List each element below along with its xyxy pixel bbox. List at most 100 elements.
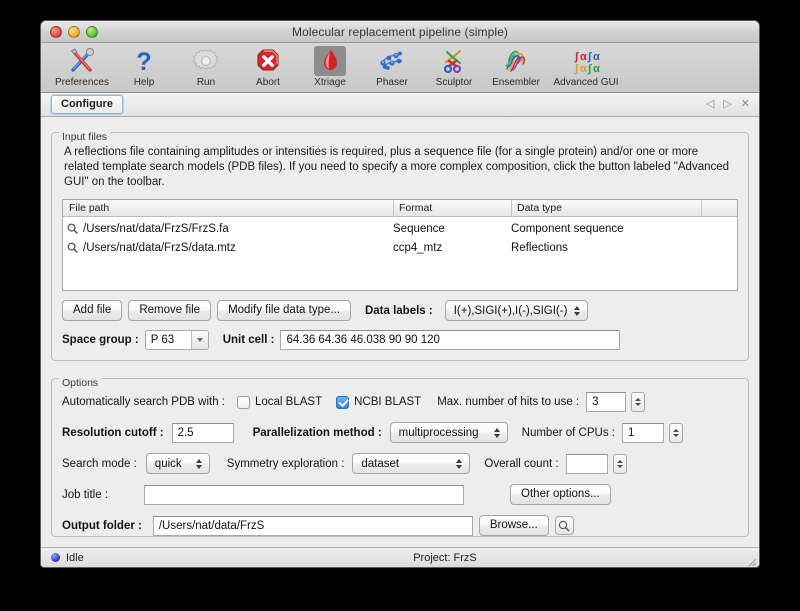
close-button[interactable] xyxy=(50,26,62,38)
data-labels-label: Data labels : xyxy=(365,305,433,317)
toolbar-label: Sculptor xyxy=(436,77,473,88)
window-title: Molecular replacement pipeline (simple) xyxy=(41,25,759,39)
ncbi-blast-checkbox[interactable]: NCBI BLAST xyxy=(336,396,421,409)
phaser-molecule-icon xyxy=(378,46,406,76)
auto-search-label: Automatically search PDB with : xyxy=(62,396,225,408)
checkbox-box xyxy=(336,396,349,409)
svg-text:?: ? xyxy=(136,48,151,75)
tab-next-icon[interactable]: ▷ xyxy=(723,99,731,110)
tab-close-icon[interactable]: ✕ xyxy=(741,99,750,110)
modify-data-type-button[interactable]: Modify file data type... xyxy=(217,300,351,321)
toolbar-button-run[interactable]: Run xyxy=(175,45,237,88)
symmetry-row: Space group : P 63 Unit cell : 64.36 64.… xyxy=(62,330,738,350)
add-file-button[interactable]: Add file xyxy=(62,300,122,321)
magnifier-icon[interactable] xyxy=(67,223,78,234)
toolbar-label: Preferences xyxy=(55,77,109,88)
data-labels-dropdown[interactable]: I(+),SIGI(+),I(-),SIGI(-) xyxy=(445,300,589,321)
output-folder-input[interactable]: /Users/nat/data/FrzS xyxy=(153,516,473,536)
cell-file-path: /Users/nat/data/FrzS/data.mtz xyxy=(63,238,393,257)
toolbar-button-xtriage[interactable]: Xtriage xyxy=(299,45,361,88)
toolbar-label: Xtriage xyxy=(314,77,346,88)
parallelization-value: multiprocessing xyxy=(399,427,487,439)
remove-file-button[interactable]: Remove file xyxy=(128,300,211,321)
max-hits-stepper[interactable] xyxy=(631,392,645,412)
symmetry-exploration-dropdown[interactable]: dataset xyxy=(352,453,470,474)
tab-nav-controls: ◁ ▷ ✕ xyxy=(706,99,753,110)
toolbar-button-help[interactable]: ? Help xyxy=(113,45,175,88)
table-row[interactable]: /Users/nat/data/FrzS/FrzS.fa Sequence Co… xyxy=(63,219,737,238)
cell-data-type: Reflections xyxy=(511,238,701,257)
gear-icon xyxy=(192,46,220,76)
window-resize-handle[interactable] xyxy=(745,554,757,566)
overall-count-label: Overall count : xyxy=(484,458,558,470)
local-blast-label: Local BLAST xyxy=(255,396,322,408)
unit-cell-input[interactable]: 64.36 64.36 46.038 90 90 120 xyxy=(280,330,620,350)
tab-prev-icon[interactable]: ◁ xyxy=(706,99,714,110)
status-text: Idle xyxy=(66,552,84,564)
space-group-value: P 63 xyxy=(151,334,191,346)
data-labels-value: I(+),SIGI(+),I(-),SIGI(-) xyxy=(454,305,568,317)
job-title-label: Job title : xyxy=(62,489,108,501)
max-hits-input[interactable]: 3 xyxy=(586,392,626,412)
ncbi-blast-label: NCBI BLAST xyxy=(354,396,421,408)
checkbox-box xyxy=(237,396,250,409)
column-header-extra[interactable] xyxy=(701,200,737,216)
job-title-row: Job title : Other options... xyxy=(62,484,738,505)
minimize-button[interactable] xyxy=(68,26,80,38)
output-folder-label: Output folder : xyxy=(62,520,142,532)
input-files-group-title: Input files xyxy=(59,131,110,143)
toolbar-button-preferences[interactable]: Preferences xyxy=(51,45,113,88)
other-options-button[interactable]: Other options... xyxy=(510,484,611,505)
auto-search-row: Automatically search PDB with : Local BL… xyxy=(62,392,738,412)
overall-count-input[interactable] xyxy=(566,454,608,474)
svg-text:α: α xyxy=(593,51,600,63)
column-header-data-type[interactable]: Data type xyxy=(511,200,701,216)
chevron-down-icon xyxy=(191,331,208,349)
tab-bar: Configure ◁ ▷ ✕ xyxy=(41,93,759,117)
toolbar-label: Ensembler xyxy=(492,77,540,88)
svg-text:α: α xyxy=(580,63,587,75)
scissors-icon xyxy=(440,46,468,76)
chevron-updown-icon xyxy=(573,304,581,317)
resolution-cutoff-input[interactable]: 2.5 xyxy=(172,423,234,443)
search-mode-dropdown[interactable]: quick xyxy=(146,453,210,474)
window-controls xyxy=(50,26,98,38)
toolbar-button-ensembler[interactable]: Ensembler xyxy=(485,45,547,88)
overall-count-stepper[interactable] xyxy=(613,454,627,474)
advanced-gui-icon: ∫ α ∫ α ∫ α ∫ α xyxy=(571,46,601,76)
parallelization-dropdown[interactable]: multiprocessing xyxy=(390,422,508,443)
chevron-updown-icon xyxy=(455,457,463,470)
toolbar-button-phaser[interactable]: Phaser xyxy=(361,45,423,88)
svg-text:∫: ∫ xyxy=(574,51,579,63)
browse-button[interactable]: Browse... xyxy=(479,515,549,536)
toolbar-button-sculptor[interactable]: Sculptor xyxy=(423,45,485,88)
parallelization-label: Parallelization method : xyxy=(253,427,382,439)
input-files-group: Input files A reflections file containin… xyxy=(51,132,749,368)
project-text: Project: FrzS xyxy=(41,552,759,564)
chevron-updown-icon xyxy=(195,457,203,470)
column-header-format[interactable]: Format xyxy=(393,200,511,216)
svg-text:α: α xyxy=(580,51,587,63)
tab-configure[interactable]: Configure xyxy=(51,95,123,114)
status-indicator-icon xyxy=(51,553,60,562)
search-mode-label: Search mode : xyxy=(62,458,137,470)
symmetry-exploration-value: dataset xyxy=(361,458,449,470)
magnifier-icon[interactable] xyxy=(67,242,78,253)
table-row[interactable]: /Users/nat/data/FrzS/data.mtz ccp4_mtz R… xyxy=(63,238,737,257)
magnifier-icon[interactable] xyxy=(555,516,574,535)
zoom-button[interactable] xyxy=(86,26,98,38)
toolbar-button-abort[interactable]: Abort xyxy=(237,45,299,88)
symmetry-exploration-label: Symmetry exploration : xyxy=(227,458,345,470)
input-files-table[interactable]: File path Format Data type xyxy=(62,199,738,291)
toolbar-button-advanced-gui[interactable]: ∫ α ∫ α ∫ α ∫ α Advanced GUI xyxy=(547,45,625,88)
toolbar-label: Advanced GUI xyxy=(553,77,618,88)
local-blast-checkbox[interactable]: Local BLAST xyxy=(237,396,322,409)
search-mode-row: Search mode : quick Symmetry exploration… xyxy=(62,453,738,474)
num-cpus-stepper[interactable] xyxy=(669,423,683,443)
space-group-dropdown[interactable]: P 63 xyxy=(145,330,209,350)
job-title-input[interactable] xyxy=(144,485,464,505)
column-header-file-path[interactable]: File path xyxy=(63,200,393,216)
unit-cell-label: Unit cell : xyxy=(223,334,275,346)
num-cpus-input[interactable]: 1 xyxy=(622,423,664,443)
stop-x-icon xyxy=(254,46,282,76)
